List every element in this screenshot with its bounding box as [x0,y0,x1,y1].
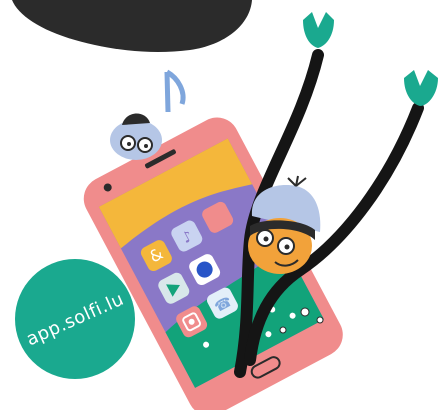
badge-url-text: app.solfi.lu [23,288,127,350]
right-hand [404,70,438,106]
small-character-hat [122,113,150,125]
dark-blob-shape [12,0,252,52]
url-badge[interactable]: app.solfi.lu [15,259,135,379]
hands [303,12,438,106]
small-character [110,113,162,160]
left-hand [303,12,334,48]
small-character-head [110,120,162,160]
music-note-decor [164,69,186,113]
right-arm [294,102,424,276]
